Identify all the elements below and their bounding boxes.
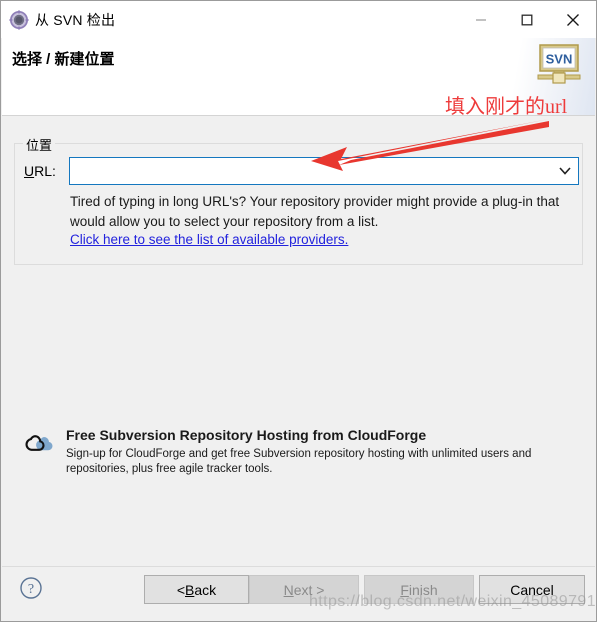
svg-text:SVN: SVN [546, 52, 573, 67]
close-icon[interactable] [550, 1, 596, 38]
location-group: 位置 URL: Tired of typing in long URL's? Y… [14, 135, 583, 265]
url-label-mnemonic: U [24, 163, 35, 179]
url-input[interactable] [70, 159, 552, 183]
help-question-icon[interactable]: ? [19, 576, 43, 600]
svn-banner-icon: SVN [536, 44, 582, 86]
annotation-text: 填入刚才的url [445, 96, 568, 118]
svn-checkout-dialog: 从 SVN 检出 选择 / 新建位置 SVN 填入刚才的url 位置 URL: … [0, 0, 597, 622]
watermark: https://blog.csdn.net/weixin_45089791 [309, 593, 596, 610]
url-hint-text: Tired of typing in long URL's? Your repo… [70, 194, 560, 229]
window-controls [458, 1, 596, 38]
minimize-icon[interactable] [458, 1, 504, 38]
dialog-body: 位置 URL: Tired of typing in long URL's? Y… [2, 116, 595, 566]
location-group-label: 位置 [23, 135, 56, 154]
url-row: URL: [15, 156, 582, 186]
cloudforge-promo: Free Subversion Repository Hosting from … [18, 426, 578, 488]
back-button-label: ack [194, 581, 217, 598]
title-bar: 从 SVN 检出 [1, 1, 596, 38]
page-title: 选择 / 新建位置 [12, 51, 115, 68]
chevron-down-icon[interactable] [552, 158, 578, 184]
back-button-mnemonic: B [185, 581, 195, 598]
svn-gear-icon [9, 9, 29, 30]
url-combobox[interactable] [69, 157, 579, 185]
next-button-mnemonic: N [283, 581, 294, 598]
svg-text:?: ? [28, 582, 34, 597]
url-label: URL: [24, 163, 56, 179]
url-label-rest: RL: [34, 163, 56, 179]
back-button-prefix: < [176, 581, 186, 598]
cloudforge-cloud-icon [24, 432, 58, 456]
back-button[interactable]: < Back [144, 575, 249, 604]
maximize-icon[interactable] [504, 1, 550, 38]
window-title: 从 SVN 检出 [35, 11, 116, 28]
available-providers-link[interactable]: Click here to see the list of available … [70, 232, 348, 247]
cloudforge-title: Free Subversion Repository Hosting from … [66, 427, 427, 443]
cloudforge-description: Sign-up for CloudForge and get free Subv… [66, 448, 532, 475]
